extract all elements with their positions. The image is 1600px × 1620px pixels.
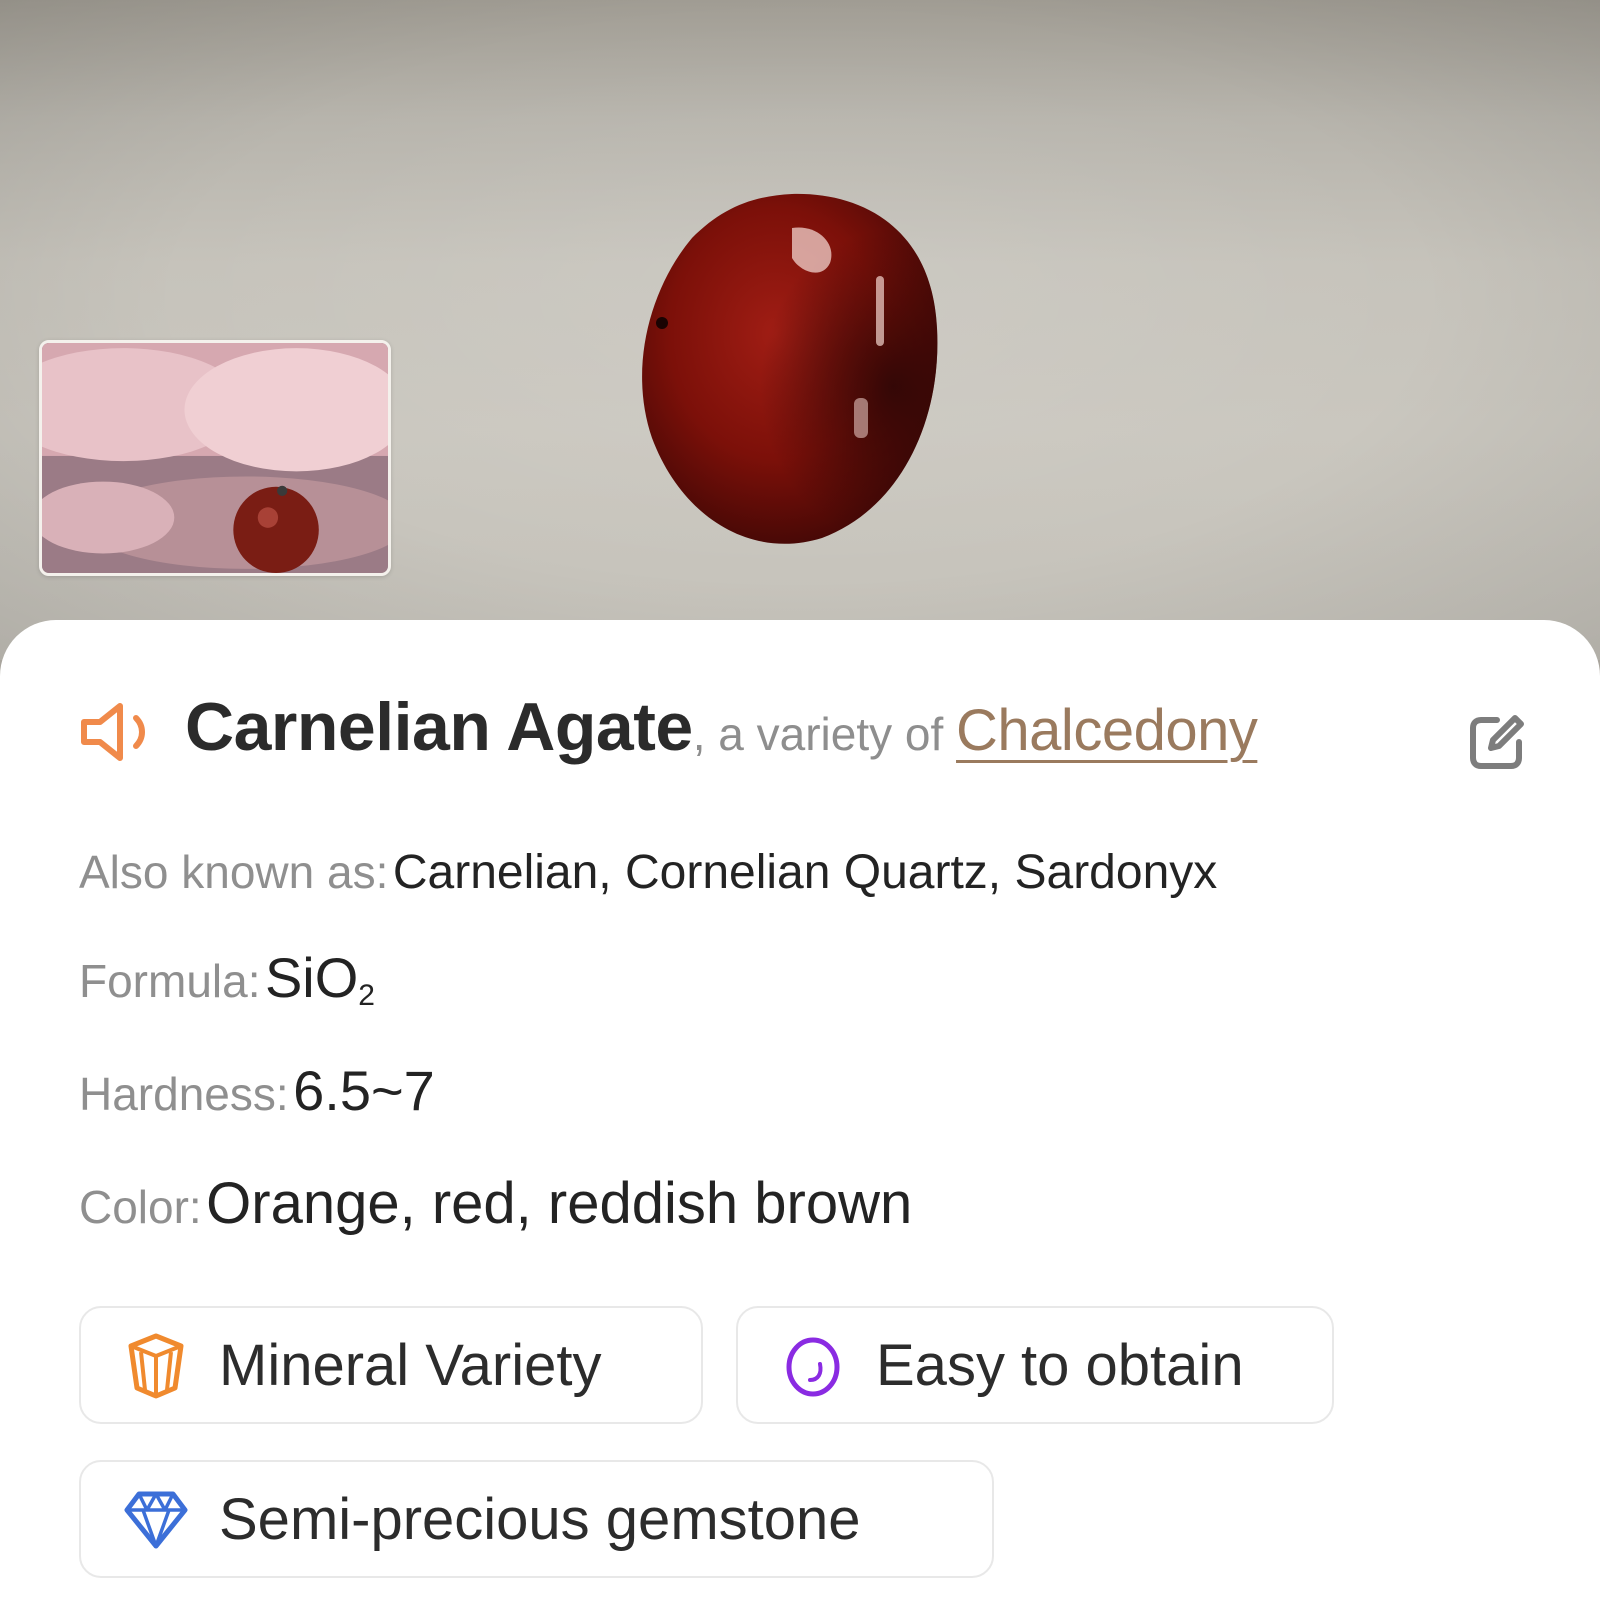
formula-value: SiO2 (264, 946, 375, 1012)
tag-label: Mineral Variety (219, 1332, 602, 1398)
color-label: Color: (79, 1181, 202, 1233)
edit-icon[interactable] (1467, 712, 1527, 772)
diamond-icon (124, 1491, 188, 1549)
tag-label: Semi-precious gemstone (219, 1486, 861, 1552)
aka-row: Also known as: Carnelian, Cornelian Quar… (79, 845, 1217, 900)
speaker-icon[interactable] (80, 700, 164, 764)
crystal-icon (128, 1333, 184, 1399)
variety-link[interactable]: Chalcedony (956, 698, 1258, 763)
mineral-name: Carnelian Agate (185, 689, 693, 765)
mineral-title: Carnelian Agate, a variety of Chalcedony (185, 688, 1258, 766)
thumbnail-image (42, 343, 388, 573)
color-row: Color: Orange, red, reddish brown (79, 1170, 912, 1237)
tag-label: Easy to obtain (876, 1332, 1244, 1398)
formula-label: Formula: (79, 955, 261, 1007)
aka-label: Also known as: (79, 846, 389, 898)
hardness-row: Hardness: 6.5~7 (79, 1058, 435, 1123)
photo-thumbnail[interactable] (39, 340, 391, 576)
formula-row: Formula: SiO2 (79, 945, 375, 1013)
color-value: Orange, red, reddish brown (206, 1171, 913, 1236)
tag-easy-to-obtain[interactable]: Easy to obtain (736, 1306, 1334, 1424)
hero-image (0, 0, 1600, 660)
stone-image (642, 193, 938, 544)
tag-semi-precious-gemstone[interactable]: Semi-precious gemstone (79, 1460, 994, 1578)
formula-subscript: 2 (358, 979, 375, 1012)
hardness-label: Hardness: (79, 1068, 289, 1120)
tag-mineral-variety[interactable]: Mineral Variety (79, 1306, 703, 1424)
variety-prefix: , a variety of (692, 708, 957, 760)
aka-value: Carnelian, Cornelian Quartz, Sardonyx (392, 846, 1218, 899)
hardness-value: 6.5~7 (293, 1059, 435, 1122)
rarity-icon (786, 1337, 840, 1397)
formula-main: SiO (264, 946, 359, 1009)
